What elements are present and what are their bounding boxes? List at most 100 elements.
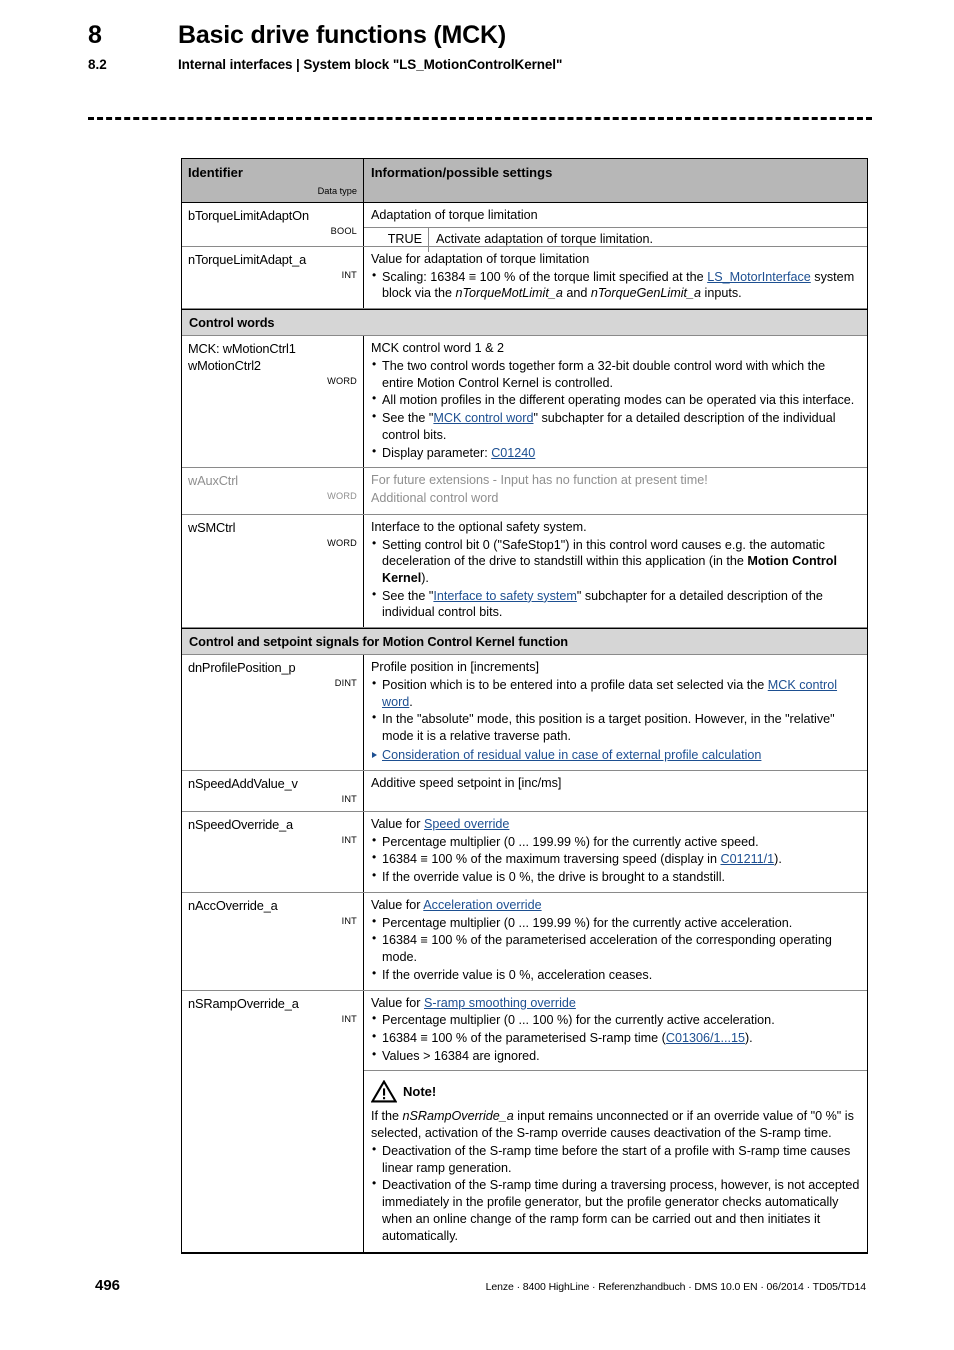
- identifier-datatype: INT: [341, 915, 357, 926]
- identifier-datatype: INT: [341, 793, 357, 804]
- identifier-datatype: INT: [341, 270, 357, 280]
- header-label-datatype: Data type: [317, 186, 357, 197]
- identifier-cell: dnProfilePosition_p DINT: [182, 655, 364, 770]
- list-item: Values > 16384 are ignored.: [371, 1047, 860, 1065]
- link-acceleration-override[interactable]: Acceleration override: [423, 898, 541, 912]
- table-row: MCK: wMotionCtrl1 wMotionCtrl2 WORD MCK …: [182, 336, 867, 469]
- cross-reference-label: Consideration of residual value in case …: [382, 747, 762, 762]
- list-item: If the override value is 0 %, the drive …: [371, 868, 860, 886]
- param-nsrampoverride: nSRampOverride_a: [402, 1109, 514, 1124]
- identifier-cell: nSpeedAddValue_v INT: [182, 770, 364, 811]
- section-heading: 8.2 Internal interfaces | System block "…: [88, 57, 878, 72]
- param-ntorquegenlimit: nTorqueGenLimit_a: [590, 286, 702, 301]
- identifier-name-line2: wMotionCtrl2: [188, 358, 261, 374]
- identifier-name: nSpeedOverride_a: [188, 816, 294, 832]
- identifier-name: nTorqueLimitAdapt_a: [188, 251, 307, 267]
- lead-prefix: Value for: [371, 995, 424, 1010]
- bullet-list: The two control words together form a 32…: [371, 357, 860, 462]
- page-number: 496: [95, 1277, 121, 1294]
- identifier-name: wAuxCtrl: [188, 473, 238, 489]
- identifier-cell: bTorqueLimitAdaptOn BOOL: [182, 202, 364, 246]
- list-item: Position which is to be entered into a p…: [371, 676, 860, 710]
- identifier-cell: wAuxCtrl WORD: [182, 468, 364, 514]
- link-interface-to-safety-system[interactable]: Interface to safety system: [433, 589, 577, 603]
- link-c01211-1[interactable]: C01211/1: [720, 852, 774, 866]
- information-cell: For future extensions - Input has no fun…: [364, 468, 867, 513]
- bullet-list: Percentage multiplier (0 ... 199.99 %) f…: [371, 914, 860, 984]
- section-header-control-setpoint: Control and setpoint signals for Motion …: [182, 628, 867, 656]
- identifier-cell: MCK: wMotionCtrl1 wMotionCtrl2 WORD: [182, 336, 364, 468]
- note-block: Note! If the nSRampOverride_a input rema…: [364, 1070, 867, 1252]
- section-header-control-words: Control words: [182, 309, 867, 337]
- link-mck-control-word[interactable]: MCK control word: [382, 678, 837, 709]
- list-item: Percentage multiplier (0 ... 199.99 %) f…: [371, 914, 860, 932]
- information-cell: Additive speed setpoint in [inc/ms]: [364, 771, 867, 811]
- information-cell: Profile position in [increments] Positio…: [364, 655, 867, 769]
- link-mck-control-word[interactable]: MCK control word: [433, 411, 533, 425]
- table-row: bTorqueLimitAdaptOn BOOL Adaptation of t…: [182, 202, 867, 252]
- list-item: All motion profiles in the different ope…: [371, 391, 860, 409]
- information-lead: Interface to the optional safety system.: [371, 519, 587, 534]
- list-item: See the "Interface to safety system" sub…: [371, 587, 860, 621]
- identifier-cell: nSpeedOverride_a INT: [182, 811, 364, 892]
- parameter-table: Identifier Data type Information/possibl…: [181, 158, 868, 1255]
- bullet-list: Percentage multiplier (0 ... 199.99 %) f…: [371, 833, 860, 886]
- information-cell: Value for Speed override Percentage mult…: [364, 812, 867, 892]
- information-cell: Value for adaptation of torque limitatio…: [364, 247, 867, 308]
- footer-reference: Lenze · 8400 HighLine · Referenzhandbuch…: [485, 1281, 866, 1293]
- section-title: Internal interfaces | System block "LS_M…: [178, 57, 563, 73]
- lead-prefix: Value for: [371, 816, 424, 831]
- information-cell: Interface to the optional safety system.…: [364, 515, 867, 627]
- note-title: Note!: [403, 1084, 437, 1100]
- note-body: If the nSRampOverride_a input remains un…: [371, 1108, 860, 1244]
- lead-prefix: Value for: [371, 897, 424, 912]
- identifier-datatype: INT: [341, 1013, 357, 1024]
- identifier-name-line1: MCK: wMotionCtrl1: [188, 341, 296, 357]
- link-c01306[interactable]: C01306/1...15: [666, 1031, 745, 1045]
- link-c01240[interactable]: C01240: [491, 446, 535, 460]
- header-cell-identifier: Identifier Data type: [182, 159, 364, 202]
- link-speed-override[interactable]: Speed override: [424, 817, 509, 831]
- identifier-name: wSMCtrl: [188, 519, 236, 535]
- information-cell: Value for S-ramp smoothing override Perc…: [364, 991, 867, 1253]
- link-sramp-smoothing-override[interactable]: S-ramp smoothing override: [424, 996, 576, 1010]
- list-item: Percentage multiplier (0 ... 199.99 %) f…: [371, 833, 860, 851]
- list-item: Deactivation of the S-ramp time during a…: [371, 1176, 860, 1244]
- section-number: 8.2: [88, 57, 107, 73]
- chapter-heading: 8 Basic drive functions (MCK): [88, 21, 878, 49]
- identifier-datatype: INT: [341, 834, 357, 845]
- list-item: 16384 ≡ 100 % of the maximum traversing …: [371, 850, 860, 868]
- link-ls-motorinterface[interactable]: LS_MotorInterface: [707, 270, 811, 284]
- table-row: nSRampOverride_a INT Value for S-ramp sm…: [182, 990, 867, 1254]
- identifier-cell: nTorqueLimitAdapt_a INT: [182, 246, 364, 309]
- table-row: wAuxCtrl WORD For future extensions - In…: [182, 468, 867, 515]
- list-item: Percentage multiplier (0 ... 100 %) for …: [371, 1011, 860, 1029]
- information-lead: Profile position in [increments]: [371, 660, 539, 675]
- note-header: Note!: [371, 1080, 860, 1103]
- table-row: nSpeedAddValue_v INT Additive speed setp…: [182, 770, 867, 812]
- note-bullet-list: Deactivation of the S-ramp time before t…: [371, 1142, 860, 1244]
- chapter-title: Basic drive functions (MCK): [178, 21, 506, 49]
- warning-triangle-icon: [371, 1080, 397, 1103]
- list-item: See the "MCK control word" subchapter fo…: [371, 409, 860, 443]
- list-item: Display parameter: C01240: [371, 444, 860, 462]
- table-header-row: Identifier Data type Information/possibl…: [182, 159, 867, 203]
- header-cell-information: Information/possible settings: [364, 159, 867, 202]
- identifier-name: nAccOverride_a: [188, 897, 278, 913]
- information-lead: Value for Speed override: [371, 816, 860, 833]
- identifier-datatype: WORD: [327, 491, 357, 502]
- list-item: In the "absolute" mode, this position is…: [371, 710, 860, 744]
- information-lead: For future extensions - Input has no fun…: [371, 473, 708, 488]
- list-item: Deactivation of the S-ramp time before t…: [371, 1142, 860, 1176]
- information-lead: MCK control word 1 & 2: [371, 341, 504, 356]
- param-ntorquemotlimit: nTorqueMotLimit_a: [455, 286, 563, 301]
- information-lead: Additive speed setpoint in [inc/ms]: [371, 775, 562, 790]
- identifier-name: nSpeedAddValue_v: [188, 775, 298, 791]
- information-lead: Adaptation of torque limitation: [371, 207, 538, 222]
- table-row: wSMCtrl WORD Interface to the optional s…: [182, 514, 867, 629]
- identifier-cell: wSMCtrl WORD: [182, 514, 364, 628]
- table-row: dnProfilePosition_p DINT Profile positio…: [182, 655, 867, 771]
- header-divider: [88, 117, 872, 120]
- information-cell: Adaptation of torque limitation TRUE Act…: [364, 203, 867, 252]
- cross-reference-link[interactable]: Consideration of residual value in case …: [371, 747, 860, 764]
